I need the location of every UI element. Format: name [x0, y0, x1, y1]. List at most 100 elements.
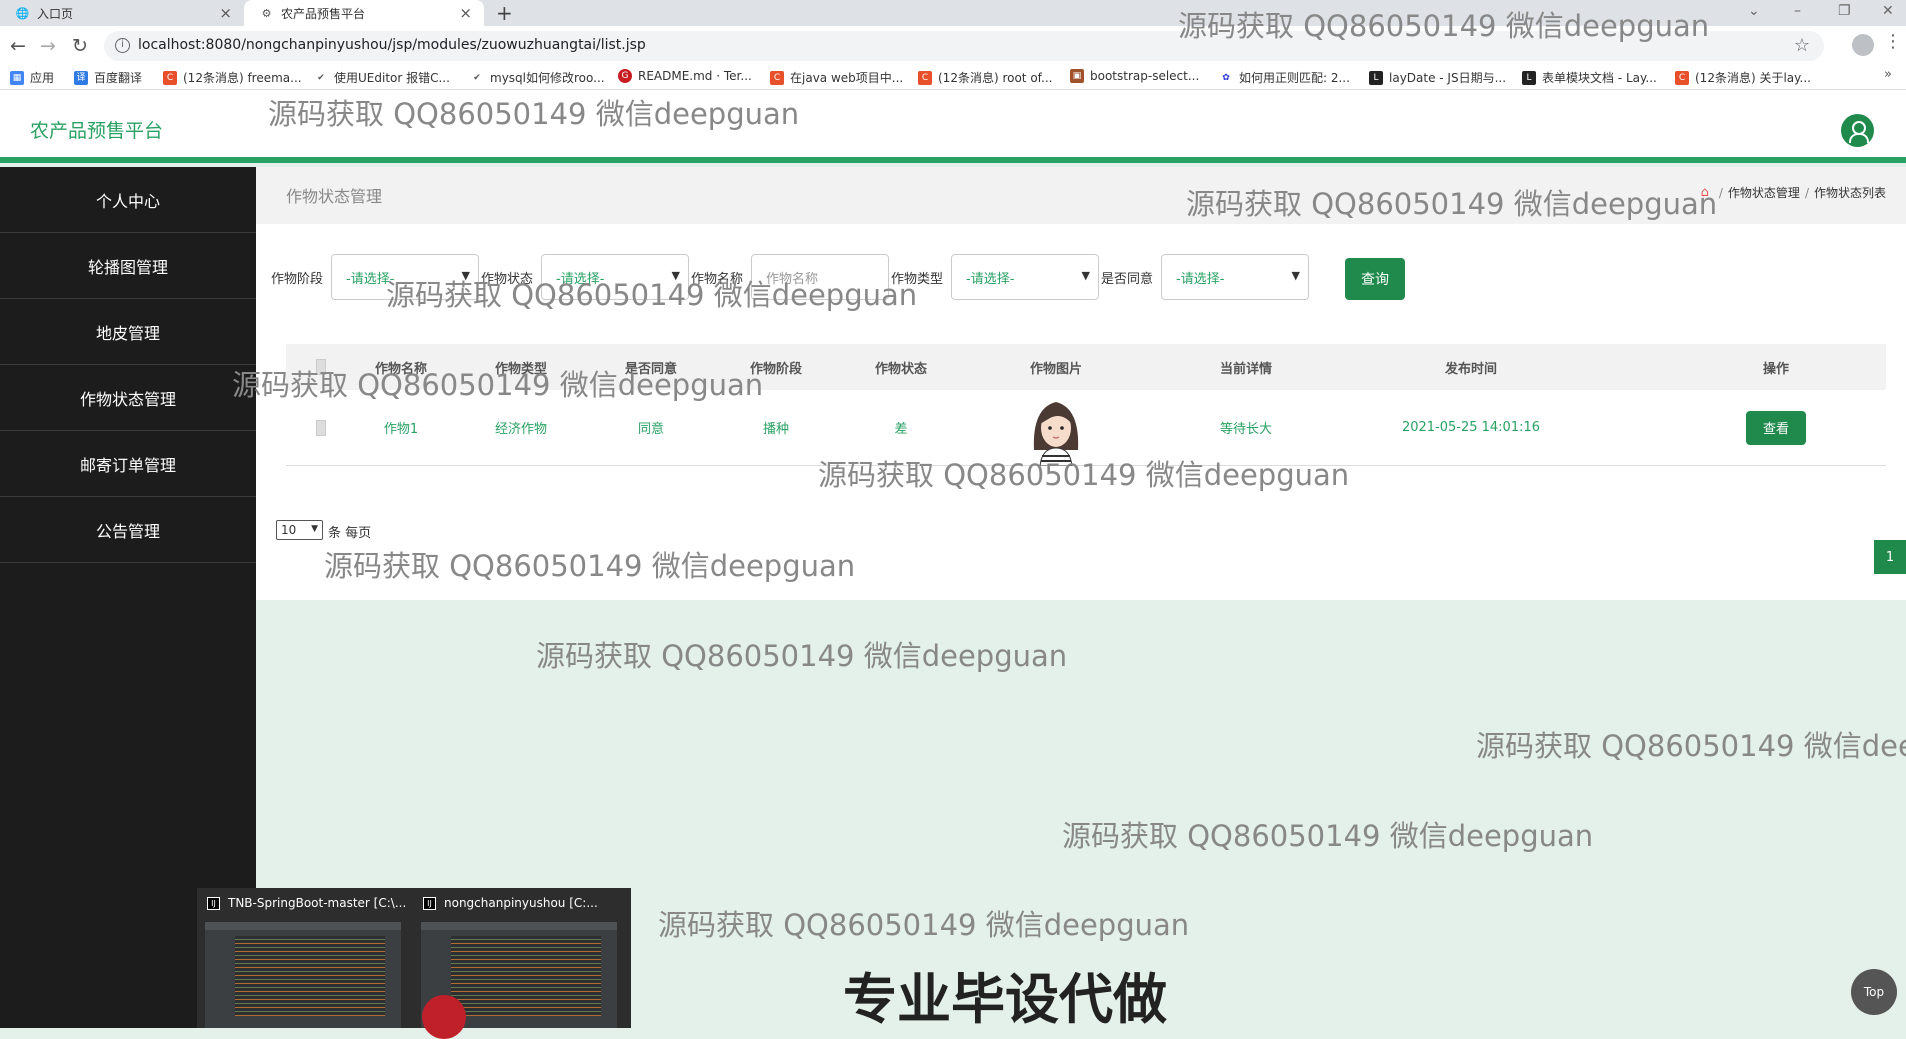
- window-thumbnail: [205, 922, 401, 1028]
- restore-icon[interactable]: ❐: [1838, 3, 1851, 19]
- sidebar-item-land[interactable]: 地皮管理: [0, 299, 256, 365]
- cell-name: 作物1: [383, 422, 419, 437]
- bookmark-item[interactable]: ✔ 使用UEditor 报错C...: [314, 69, 450, 86]
- sidebar-item-personal-center[interactable]: 个人中心: [0, 167, 256, 233]
- sidebar-item-announcements[interactable]: 公告管理: [0, 497, 256, 563]
- page-button-1[interactable]: 1: [1874, 540, 1906, 574]
- cell-detail: 等待长大: [1219, 422, 1272, 437]
- tab-entry-page[interactable]: 🌐 入口页 ×: [0, 0, 244, 26]
- bookmark-label: (12条消息) root of...: [938, 71, 1053, 85]
- sidebar-item-mail-orders[interactable]: 邮寄订单管理: [0, 431, 256, 497]
- bookmark-item[interactable]: G README.md · Ter...: [618, 69, 752, 83]
- profile-icon[interactable]: [1852, 34, 1874, 56]
- bookmark-label: mysql如何修改roo...: [490, 71, 605, 85]
- cell-time: 2021-05-25 14:01:16: [1401, 420, 1541, 435]
- close-tab-icon[interactable]: ×: [219, 4, 232, 22]
- user-avatar-icon[interactable]: [1841, 114, 1874, 147]
- more-bookmarks-icon[interactable]: »: [1884, 67, 1892, 82]
- bookmark-item[interactable]: C (12条消息) root of...: [918, 69, 1052, 86]
- tab-search-icon[interactable]: ⌄: [1748, 3, 1760, 19]
- type-select[interactable]: -请选择- ▼: [951, 254, 1099, 300]
- bookmark-item[interactable]: ✔ mysql如何修改roo...: [470, 69, 605, 86]
- search-form: 作物阶段 -请选择- ▼ 作物状态 -请选择- ▼ 作物名称 作物名称 作物类型 -…: [256, 254, 1906, 300]
- bookmark-item[interactable]: C (12条消息) 关于lay...: [1675, 69, 1811, 86]
- csdn-icon: C: [1675, 70, 1689, 85]
- app-header: 农产品预售平台: [0, 90, 1906, 163]
- tab-platform[interactable]: ⚙ 农产品预售平台 ×: [244, 0, 484, 26]
- address-bar-row: ← → ↻ i localhost:8080/nongchanpinyushou…: [0, 26, 1906, 66]
- row-checkbox[interactable]: [316, 419, 326, 436]
- back-icon[interactable]: ←: [10, 35, 26, 57]
- home-icon[interactable]: ⌂: [1701, 185, 1709, 200]
- close-tab-icon[interactable]: ×: [459, 4, 472, 22]
- taskbar-window-tnb[interactable]: IJ TNB-SpringBoot-master [C:\...: [197, 888, 407, 1028]
- cell-agree: 同意: [637, 422, 664, 437]
- thumbnail-toolbar: [421, 922, 617, 930]
- agree-label: 是否同意: [1101, 272, 1154, 287]
- bookmark-item[interactable]: C 在java web项目中...: [770, 69, 903, 86]
- bookmarks-bar: ▦ 应用 译百度翻译 C (12条消息) freema... ✔ 使用UEditor …: [0, 66, 1906, 90]
- bookmark-item[interactable]: ✿ 如何用正则匹配: 2...: [1219, 69, 1350, 86]
- row-checkbox-cell: [316, 390, 326, 465]
- agree-select[interactable]: -请选择- ▼: [1161, 254, 1309, 300]
- reload-icon[interactable]: ↻: [72, 35, 88, 57]
- globe-icon: 🌐: [15, 6, 30, 20]
- minimize-icon[interactable]: –: [1794, 3, 1801, 19]
- page-size-select[interactable]: 10 ▼: [276, 520, 323, 540]
- name-input-placeholder: 作物名称: [766, 271, 819, 287]
- watermark-text: 源码获取 QQ86050149 微信dee: [1476, 729, 1906, 763]
- url-field[interactable]: i localhost:8080/nongchanpinyushou/jsp/m…: [104, 31, 1824, 61]
- csdn-icon: C: [918, 70, 932, 85]
- sidebar-item-label: 个人中心: [95, 191, 160, 211]
- baidu-icon: ✿: [1219, 70, 1233, 85]
- taskbar-window-title: IJ TNB-SpringBoot-master [C:\...: [207, 896, 406, 910]
- watermark-text: 源码获取 QQ86050149 微信deepguan: [658, 908, 1190, 942]
- status-label: 作物状态: [481, 272, 534, 287]
- new-tab-button[interactable]: +: [496, 1, 513, 25]
- per-page-label: 条 每页: [328, 526, 372, 541]
- app-title: 农产品预售平台: [30, 120, 164, 142]
- bookmark-label: 在java web项目中...: [790, 71, 904, 85]
- info-icon[interactable]: i: [115, 38, 130, 53]
- status-select-value: -请选择-: [556, 271, 605, 287]
- csdn-icon: C: [163, 70, 177, 85]
- forward-icon[interactable]: →: [40, 35, 56, 57]
- bookmark-label: layDate - JS日期与...: [1389, 71, 1507, 85]
- select-all-checkbox[interactable]: [316, 359, 326, 375]
- bookmark-item[interactable]: L 表单模块文档 - Lay...: [1522, 69, 1657, 86]
- name-input[interactable]: 作物名称: [751, 254, 889, 300]
- settings-icon: ⚙: [261, 6, 272, 20]
- bookmark-label: 使用UEditor 报错C...: [334, 71, 450, 85]
- browser-tab-bar: 🌐 入口页 × ⚙ 农产品预售平台 × + ⌄ – ❐ ✕: [0, 0, 1906, 26]
- breadcrumb-bar: 作物状态管理 ⌂ / 作物状态管理 / 作物状态列表: [256, 167, 1906, 224]
- sidebar-item-crop-status[interactable]: 作物状态管理: [0, 365, 256, 431]
- intellij-icon: IJ: [207, 896, 220, 910]
- name-label: 作物名称: [691, 272, 744, 287]
- status-select[interactable]: -请选择- ▼: [541, 254, 689, 300]
- tab-label: 农产品预售平台: [281, 6, 366, 21]
- url-text[interactable]: localhost:8080/nongchanpinyushou/jsp/mod…: [138, 37, 646, 53]
- back-to-top-button[interactable]: Top: [1851, 969, 1897, 1015]
- taskbar-window-label: nongchanpinyushou [C:...: [444, 896, 598, 910]
- crop-image[interactable]: [1026, 390, 1086, 466]
- bookmark-item[interactable]: LlayDate - JS日期与...: [1369, 69, 1506, 86]
- bookmark-label: 表单模块文档 - Lay...: [1542, 71, 1657, 85]
- apps-grid-icon: ▦: [10, 70, 24, 85]
- view-button[interactable]: 查看: [1746, 410, 1806, 445]
- cell-action: 查看: [1716, 390, 1836, 465]
- close-window-icon[interactable]: ✕: [1882, 3, 1894, 19]
- bookmark-item[interactable]: ▣ bootstrap-select...: [1070, 69, 1199, 83]
- taskbar-preview: IJ TNB-SpringBoot-master [C:\... IJ nongch…: [197, 888, 631, 1028]
- breadcrumb-crop-status[interactable]: 作物状态管理: [1728, 184, 1800, 201]
- gitee-icon: G: [618, 69, 632, 83]
- col-header-status: 作物状态: [874, 361, 927, 377]
- stage-select-value: -请选择-: [346, 271, 395, 287]
- bookmark-item[interactable]: 译百度翻译: [74, 69, 142, 86]
- bookmark-item[interactable]: C (12条消息) freema...: [163, 69, 302, 86]
- search-button[interactable]: 查询: [1345, 258, 1405, 300]
- menu-icon[interactable]: ⋮: [1884, 31, 1902, 52]
- stage-select[interactable]: -请选择- ▼: [331, 254, 479, 300]
- sidebar-item-carousel[interactable]: 轮播图管理: [0, 233, 256, 299]
- bookmark-star-icon[interactable]: ☆: [1794, 35, 1810, 56]
- bookmark-apps[interactable]: ▦ 应用: [10, 69, 54, 86]
